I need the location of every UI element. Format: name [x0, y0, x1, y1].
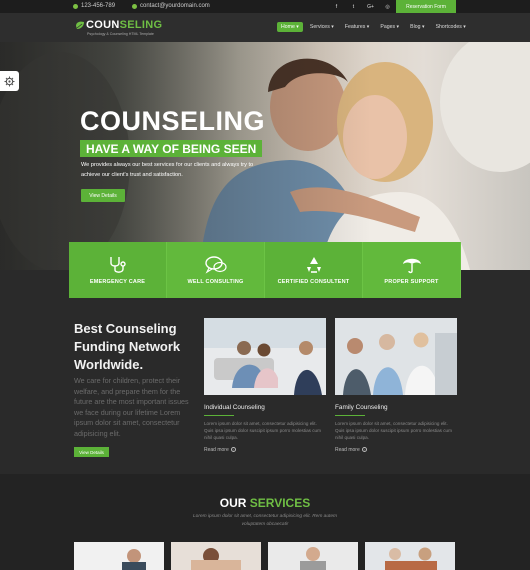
- read-more-link[interactable]: Read more ›: [204, 447, 326, 453]
- services-section: OUR SERVICES Lorem ipsum dolor sit amet,…: [0, 474, 530, 570]
- logo[interactable]: COUNSELING: [86, 19, 162, 31]
- intro-title: Best Counseling Funding Network Worldwid…: [74, 321, 181, 372]
- hero-description: We provides always our best services for…: [81, 162, 254, 178]
- services-title-main: OUR: [219, 496, 250, 510]
- logo-tagline: Psychology & Counseling HTML Template: [87, 32, 154, 36]
- instagram-icon[interactable]: ◎: [381, 2, 394, 11]
- main-nav: Home ▾ Services ▾ Features ▾ Pages ▾ Blo…: [277, 22, 470, 32]
- individual-counseling-photo: [204, 318, 326, 395]
- service-thumb[interactable]: [171, 542, 261, 570]
- feature-label: PROPER SUPPORT: [384, 279, 439, 285]
- nav-blog[interactable]: Blog ▾: [406, 22, 428, 32]
- read-more-label: Read more: [204, 446, 229, 453]
- card-individual-counseling: Individual Counseling Lorem ipsum dolor …: [204, 318, 326, 453]
- hero-banner: COUNSELING HAVE A WAY OF BEING SEEN We p…: [0, 42, 530, 270]
- site-header: COUNSELING Psychology & Counseling HTML …: [0, 13, 530, 42]
- read-more-link[interactable]: Read more ›: [335, 447, 457, 453]
- service-thumb[interactable]: [268, 542, 358, 570]
- umbrella-icon: [402, 258, 421, 274]
- phone-text: 123-456-789: [81, 3, 116, 9]
- arrow-right-icon: ›: [230, 447, 236, 453]
- card-text: Lorem ipsum dolor sit amet, consectetur …: [335, 421, 452, 441]
- mail-icon: [132, 3, 137, 9]
- feature-proper-support[interactable]: PROPER SUPPORT: [363, 242, 461, 298]
- card-title[interactable]: Family Counseling: [335, 404, 457, 411]
- feature-label: CERTIFIED CONSULTENT: [277, 279, 350, 285]
- facebook-icon[interactable]: f: [330, 2, 343, 11]
- service-thumb[interactable]: [365, 542, 455, 570]
- nav-pages[interactable]: Pages ▾: [376, 22, 403, 32]
- card-family-counseling: Family Counseling Lorem ipsum dolor sit …: [335, 318, 457, 453]
- family-counseling-photo: [335, 318, 457, 395]
- features-strip: EMERGENCY CARE WELL CONSULTING CERTIFIED…: [69, 242, 461, 298]
- arrow-right-icon: ›: [361, 447, 367, 453]
- feature-label: EMERGENCY CARE: [89, 279, 146, 285]
- services-title-accent: SERVICES: [249, 496, 311, 510]
- top-bar: 123-456-789 contact@yourdomain.com f t G…: [0, 0, 530, 13]
- card-divider: [204, 415, 234, 416]
- chat-bubbles-icon: [204, 256, 227, 274]
- services-title: OUR SERVICES: [0, 496, 530, 510]
- nav-features[interactable]: Features ▾: [341, 22, 374, 32]
- logo-leaf-icon: [76, 21, 84, 29]
- feature-well-consulting[interactable]: WELL CONSULTING: [167, 242, 265, 298]
- card-photo[interactable]: [204, 318, 326, 395]
- services-text: Lorem ipsum dolor sit amet, consectetur …: [193, 514, 337, 527]
- intro-view-details-button[interactable]: View Details: [74, 447, 109, 457]
- email-contact[interactable]: contact@yourdomain.com: [132, 3, 210, 9]
- phone-icon: [73, 3, 78, 9]
- email-text[interactable]: contact@yourdomain.com: [140, 3, 210, 9]
- hero-view-details-button[interactable]: View Details: [81, 189, 125, 202]
- card-divider: [335, 415, 365, 416]
- reservation-form-button[interactable]: Reservation Form: [396, 0, 456, 13]
- card-text: Lorem ipsum dolor sit amet, consectetur …: [204, 421, 321, 441]
- logo-main: COUN: [86, 19, 120, 31]
- feature-emergency-care[interactable]: EMERGENCY CARE: [69, 242, 167, 298]
- intro-text: We care for children, protect their welf…: [74, 376, 189, 438]
- feature-certified-consultent[interactable]: CERTIFIED CONSULTENT: [265, 242, 363, 298]
- twitter-icon[interactable]: t: [347, 2, 360, 11]
- nav-home[interactable]: Home ▾: [277, 22, 303, 32]
- service-thumb[interactable]: [74, 542, 164, 570]
- feature-label: WELL CONSULTING: [187, 279, 244, 285]
- services-thumbnails: [74, 542, 455, 570]
- gear-icon: [4, 76, 15, 86]
- card-photo[interactable]: [335, 318, 457, 395]
- read-more-label: Read more: [335, 446, 360, 453]
- recycle-icon: [306, 257, 321, 273]
- nav-shortcodes[interactable]: Shortcodes ▾: [432, 22, 470, 32]
- card-title[interactable]: Individual Counseling: [204, 404, 326, 411]
- google-plus-icon[interactable]: G+: [364, 2, 377, 11]
- stethoscope-icon: [109, 257, 126, 273]
- hero-subtitle: HAVE A WAY OF BEING SEEN: [80, 140, 263, 157]
- logo-accent: SELING: [119, 19, 163, 31]
- phone-contact: 123-456-789: [73, 3, 115, 9]
- nav-services[interactable]: Services ▾: [306, 22, 338, 32]
- hero-title: COUNSELING: [80, 106, 266, 136]
- settings-tab[interactable]: [0, 71, 19, 91]
